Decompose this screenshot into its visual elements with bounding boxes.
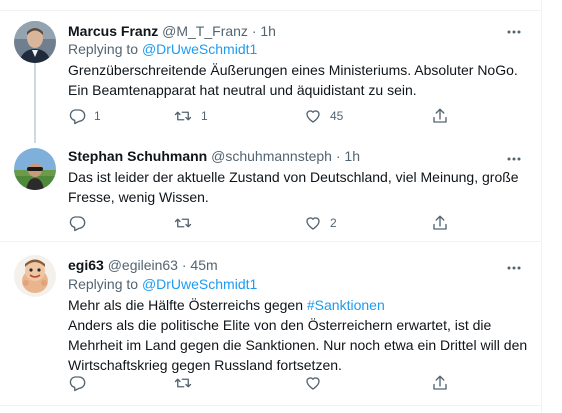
author-name[interactable]: Marcus Franz bbox=[68, 23, 158, 39]
retweet-button[interactable] bbox=[173, 213, 193, 233]
reply-icon bbox=[69, 109, 86, 125]
retweet-button[interactable] bbox=[173, 373, 193, 393]
more-icon[interactable] bbox=[504, 150, 524, 168]
more-icon[interactable] bbox=[504, 259, 524, 277]
replying-to: Replying to @DrUweSchmidt1 bbox=[68, 40, 257, 58]
replying-to: Replying to @DrUweSchmidt1 bbox=[68, 275, 257, 293]
separator: · bbox=[181, 257, 187, 273]
tweet-text-line: Das ist leider der aktuelle Zustand von … bbox=[68, 169, 519, 185]
retweet-icon bbox=[174, 111, 192, 121]
tweet-text-line: Ein Beamtenapparat hat neutral und äquid… bbox=[68, 82, 417, 98]
tweet-text-line: Grenzüberschreitende Äußerungen eines Mi… bbox=[68, 62, 518, 78]
tweet-header: egi63 @egilein63 · 45m bbox=[68, 256, 218, 274]
tweet-text-line: Mehrheit im Land gegen die Sanktionen. N… bbox=[68, 337, 528, 353]
tweet-text: Das ist leider der aktuelle Zustand von … bbox=[68, 167, 533, 207]
share-icon bbox=[433, 108, 447, 123]
avatar[interactable] bbox=[14, 148, 56, 190]
tweet-egi63[interactable]: egi63 @egilein63 · 45m Replying to @DrUw… bbox=[0, 242, 541, 413]
share-button[interactable] bbox=[431, 373, 449, 393]
share-button[interactable] bbox=[431, 106, 449, 126]
tweet-actions bbox=[62, 373, 462, 393]
reply-count: 1 bbox=[94, 109, 101, 123]
like-icon bbox=[306, 217, 320, 230]
retweet-icon bbox=[174, 218, 192, 228]
tweet-text: Grenzüberschreitende Äußerungen eines Mi… bbox=[68, 60, 533, 100]
reply-button[interactable]: 1 bbox=[68, 106, 101, 126]
timestamp[interactable]: 45m bbox=[190, 257, 217, 273]
tweet-actions: 1 1 45 bbox=[62, 106, 462, 126]
tweet-divider bbox=[0, 405, 541, 406]
tweet-marcus-franz[interactable]: Marcus Franz @M_T_Franz · 1h Replying to… bbox=[0, 11, 541, 142]
like-button[interactable]: 2 bbox=[304, 213, 337, 233]
reply-button[interactable] bbox=[68, 213, 86, 233]
like-button[interactable] bbox=[304, 373, 322, 393]
tweet-text-line: Anders als die politische Elite von den … bbox=[68, 317, 492, 333]
replying-to-label: Replying to bbox=[68, 41, 139, 57]
tweet-actions: 2 bbox=[62, 213, 462, 233]
mention-link[interactable]: @DrUweSchmidt1 bbox=[142, 276, 257, 292]
reply-button[interactable] bbox=[68, 373, 86, 393]
separator: · bbox=[335, 148, 341, 164]
avatar[interactable] bbox=[14, 21, 56, 63]
tweet-stephan-schuhmann[interactable]: Stephan Schuhmann @schuhmannsteph · 1h D… bbox=[0, 142, 541, 242]
more-icon[interactable] bbox=[504, 23, 524, 41]
tweet-header: Marcus Franz @M_T_Franz · 1h bbox=[68, 22, 276, 40]
timestamp[interactable]: 1h bbox=[344, 148, 360, 164]
like-icon bbox=[306, 377, 320, 390]
tweet-text-segment: Mehr als die Hälfte Österreichs gegen bbox=[68, 297, 303, 313]
author-handle[interactable]: @egilein63 bbox=[108, 257, 178, 273]
reply-icon bbox=[69, 376, 86, 392]
share-icon bbox=[433, 215, 447, 230]
timestamp[interactable]: 1h bbox=[260, 23, 276, 39]
reply-icon bbox=[69, 216, 86, 232]
author-name[interactable]: Stephan Schuhmann bbox=[68, 148, 207, 164]
tweet-thread: Marcus Franz @M_T_Franz · 1h Replying to… bbox=[0, 0, 541, 413]
mention-link[interactable]: @DrUweSchmidt1 bbox=[142, 41, 257, 57]
separator: · bbox=[251, 23, 257, 39]
like-button[interactable]: 45 bbox=[304, 106, 343, 126]
author-handle[interactable]: @M_T_Franz bbox=[162, 23, 248, 39]
retweet-count: 1 bbox=[201, 109, 208, 123]
tweet-header: Stephan Schuhmann @schuhmannsteph · 1h bbox=[68, 147, 360, 165]
tweet-text: Mehr als die Hälfte Österreichs gegen #S… bbox=[68, 295, 533, 375]
avatar[interactable] bbox=[14, 255, 56, 297]
tweet-text-line: Mehr als die Hälfte Österreichs gegen #S… bbox=[68, 295, 533, 315]
like-icon bbox=[306, 110, 320, 123]
like-count: 2 bbox=[330, 216, 337, 230]
author-name[interactable]: egi63 bbox=[68, 257, 104, 273]
tweet-text-line: Fresse, wenig Wissen. bbox=[68, 189, 209, 205]
retweet-button[interactable]: 1 bbox=[173, 106, 208, 126]
tweet-text-line: Wirtschaftskrieg gegen Russland fortsetz… bbox=[68, 357, 342, 373]
share-button[interactable] bbox=[431, 213, 449, 233]
hashtag-link[interactable]: #Sanktionen bbox=[307, 297, 385, 313]
share-icon bbox=[433, 375, 447, 390]
retweet-icon bbox=[174, 378, 192, 388]
replying-to-label: Replying to bbox=[68, 276, 139, 292]
column-border bbox=[541, 0, 542, 413]
like-count: 45 bbox=[330, 109, 344, 123]
author-handle[interactable]: @schuhmannsteph bbox=[211, 148, 332, 164]
